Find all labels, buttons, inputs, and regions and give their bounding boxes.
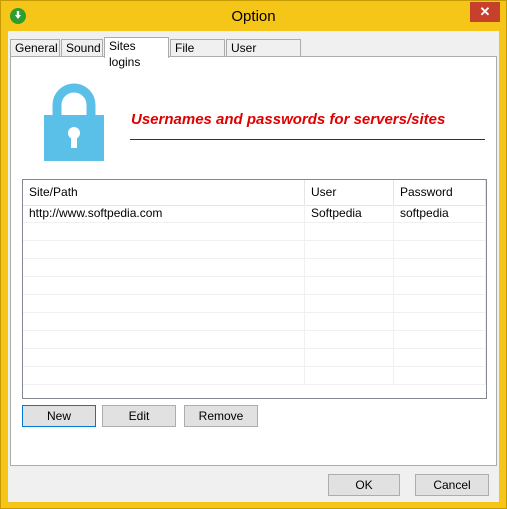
panel-heading: Usernames and passwords for servers/site… [131,111,446,128]
cell-site: http://www.softpedia.com [23,205,305,222]
lock-icon [44,83,104,161]
empty-row [23,349,486,367]
empty-row [23,331,486,349]
tab-general[interactable]: General [10,39,60,56]
ok-button[interactable]: OK [328,474,400,496]
edit-button[interactable]: Edit [102,405,176,427]
tab-sites-logins[interactable]: Sites logins [104,37,169,69]
tab-sound[interactable]: Sound [61,39,103,56]
close-icon: ✕ [479,4,491,19]
new-button[interactable]: New [22,405,96,427]
heading-divider [130,139,485,140]
sites-logins-panel: Usernames and passwords for servers/site… [10,56,497,466]
dialog-client: General Sound Sites logins File types Us… [8,31,499,502]
empty-row [23,295,486,313]
cell-user: Softpedia [305,205,394,222]
empty-row [23,313,486,331]
column-password[interactable]: Password [394,180,486,205]
empty-row [23,277,486,295]
tab-file-types[interactable]: File types [170,39,225,71]
column-site-path[interactable]: Site/Path [23,180,305,205]
cancel-button[interactable]: Cancel [415,474,489,496]
option-window: Option ✕ General Sound Sites logins File… [0,0,507,509]
close-button[interactable]: ✕ [470,2,500,22]
cell-password: softpedia [394,205,486,222]
table-row[interactable]: http://www.softpedia.com Softpedia softp… [23,205,486,223]
empty-row [23,223,486,241]
remove-button[interactable]: Remove [184,405,258,427]
empty-row [23,241,486,259]
logins-table[interactable]: Site/Path User Password http://www.softp… [22,179,487,399]
empty-row [23,367,486,385]
title-bar[interactable]: Option ✕ [1,1,506,31]
tab-user-interface[interactable]: User interface [226,39,301,71]
empty-row [23,259,486,277]
table-header: Site/Path User Password [23,180,486,206]
window-title: Option [231,8,276,25]
column-user[interactable]: User [305,180,394,205]
